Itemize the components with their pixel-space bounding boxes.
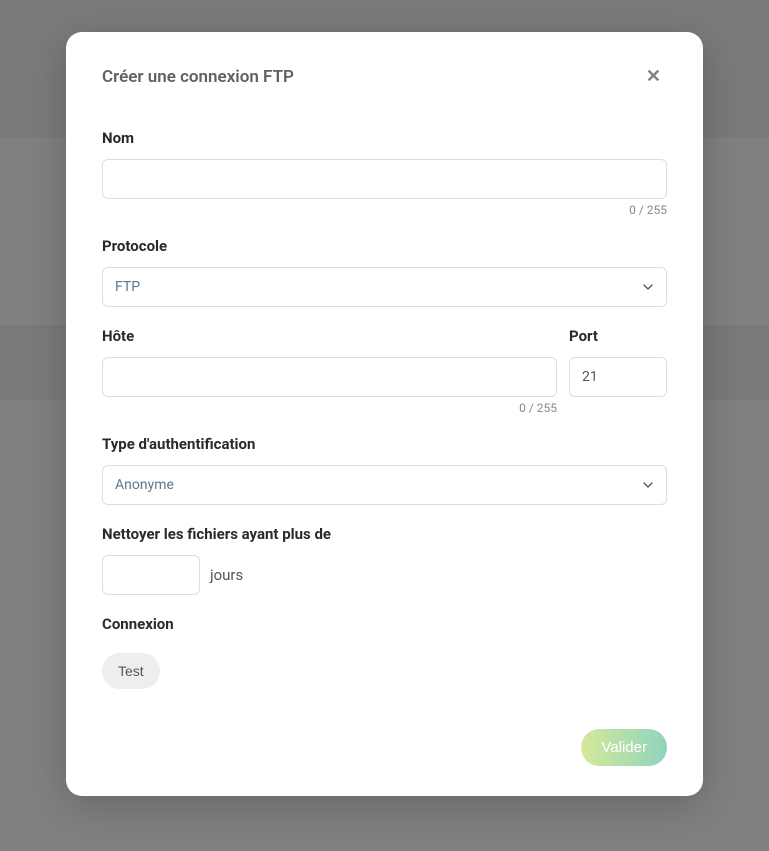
protocol-label: Protocole: [102, 237, 667, 255]
port-label: Port: [569, 327, 667, 345]
protocol-select[interactable]: FTP: [102, 267, 667, 307]
connection-label: Connexion: [102, 615, 667, 633]
auth-type-select[interactable]: Anonyme: [102, 465, 667, 505]
days-input[interactable]: [102, 555, 200, 595]
days-unit-label: jours: [210, 566, 243, 584]
modal-footer: Valider: [102, 729, 667, 766]
protocol-field-group: Protocole FTP: [102, 237, 667, 307]
clean-files-field-group: Nettoyer les fichiers ayant plus de jour…: [102, 525, 667, 595]
auth-type-label: Type d'authentification: [102, 435, 667, 453]
host-port-row: Hôte 0 / 255 Port: [102, 327, 667, 435]
modal-title: Créer une connexion FTP: [102, 67, 294, 87]
connection-field-group: Connexion Test: [102, 615, 667, 689]
name-field-group: Nom 0 / 255: [102, 129, 667, 217]
port-field-group: Port: [569, 327, 667, 415]
host-field-group: Hôte 0 / 255: [102, 327, 557, 415]
test-button[interactable]: Test: [102, 653, 160, 689]
validate-button[interactable]: Valider: [581, 729, 667, 766]
close-icon: ✕: [646, 66, 661, 86]
name-char-count: 0 / 255: [102, 203, 667, 217]
clean-files-label: Nettoyer les fichiers ayant plus de: [102, 525, 667, 543]
host-input[interactable]: [102, 357, 557, 397]
host-char-count: 0 / 255: [102, 401, 557, 415]
ftp-connection-modal: Créer une connexion FTP ✕ Nom 0 / 255 Pr…: [66, 32, 703, 796]
close-button[interactable]: ✕: [640, 62, 667, 91]
port-input[interactable]: [569, 357, 667, 397]
name-input[interactable]: [102, 159, 667, 199]
modal-header: Créer une connexion FTP ✕: [102, 62, 667, 91]
host-label: Hôte: [102, 327, 557, 345]
auth-type-field-group: Type d'authentification Anonyme: [102, 435, 667, 505]
days-row: jours: [102, 555, 667, 595]
name-label: Nom: [102, 129, 667, 147]
